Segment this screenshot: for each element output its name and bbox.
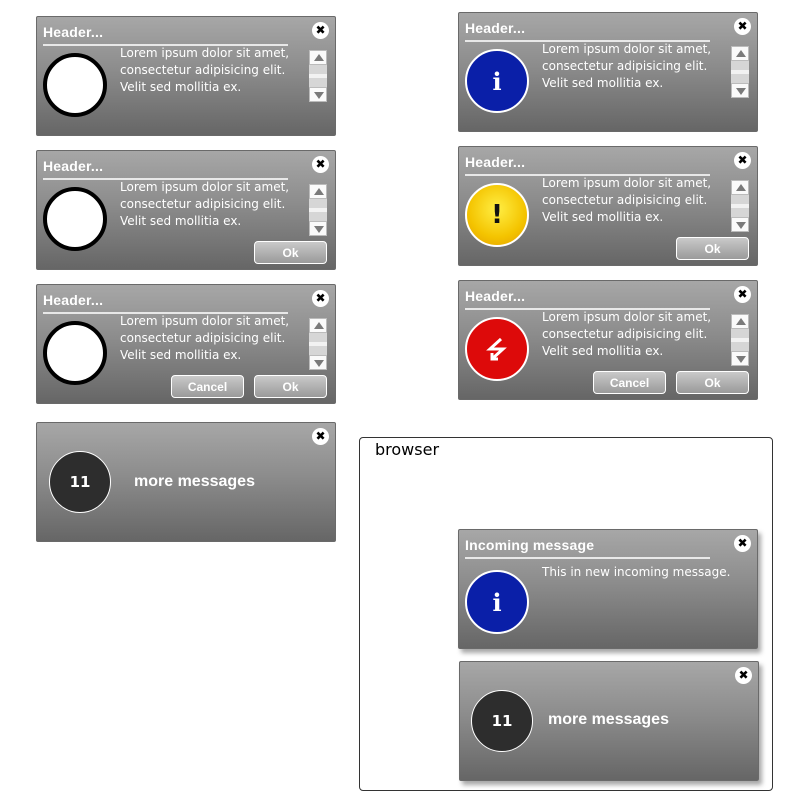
- dialog-info: Header... ✖ i Lorem ipsum dolor sit amet…: [458, 12, 758, 132]
- dialog-body-text: Lorem ipsum dolor sit amet, consectetur a…: [120, 314, 290, 362]
- dialog-header: Header...: [465, 284, 710, 310]
- dialog-blank-scroll: Header... ✖ Lorem ipsum dolor sit amet, c…: [36, 16, 336, 136]
- dialog-error: Header... ✖ Lorem ipsum dolor sit amet, c…: [458, 280, 758, 400]
- close-icon[interactable]: ✖: [734, 18, 751, 35]
- ok-button[interactable]: Ok: [254, 375, 327, 398]
- ok-button[interactable]: Ok: [254, 241, 327, 264]
- dialog-warning: Header... ✖ ! Lorem ipsum dolor sit amet…: [458, 146, 758, 266]
- incoming-message-notification: Incoming message ✖ i This in new incomin…: [458, 529, 758, 649]
- scroll-up-button[interactable]: [309, 184, 327, 199]
- info-icon: i: [465, 570, 529, 634]
- close-icon[interactable]: ✖: [734, 286, 751, 303]
- close-icon[interactable]: ✖: [312, 22, 329, 39]
- close-icon[interactable]: ✖: [312, 428, 329, 445]
- close-icon[interactable]: ✖: [312, 156, 329, 173]
- scroll-up-button[interactable]: [731, 46, 749, 61]
- scrollbar[interactable]: [309, 50, 327, 102]
- scrollbar[interactable]: [731, 46, 749, 98]
- scroll-up-button[interactable]: [731, 180, 749, 195]
- browser-title: browser: [375, 440, 440, 459]
- dialog-body-text: Lorem ipsum dolor sit amet, consectetur a…: [542, 176, 712, 224]
- scroll-up-button[interactable]: [309, 50, 327, 65]
- empty-circle-icon: [43, 321, 107, 385]
- ok-button[interactable]: Ok: [676, 371, 749, 394]
- close-icon[interactable]: ✖: [735, 667, 752, 684]
- dialog-header: Header...: [465, 16, 710, 42]
- scrollbar[interactable]: [309, 184, 327, 236]
- dialog-body-text: Lorem ipsum dolor sit amet, consectetur a…: [542, 42, 712, 90]
- close-icon[interactable]: ✖: [312, 290, 329, 307]
- scroll-track[interactable]: [309, 199, 327, 221]
- scroll-down-button[interactable]: [309, 221, 327, 236]
- empty-circle-icon: [43, 187, 107, 251]
- scroll-track[interactable]: [731, 329, 749, 351]
- dialog-header: Header...: [43, 154, 288, 180]
- scrollbar[interactable]: [731, 180, 749, 232]
- warning-icon: !: [465, 183, 529, 247]
- dialog-header: Header...: [43, 288, 288, 314]
- dialog-blank-ok: Header... ✖ Lorem ipsum dolor sit amet, c…: [36, 150, 336, 270]
- dialog-body-text: Lorem ipsum dolor sit amet, consectetur a…: [120, 46, 290, 94]
- info-icon: i: [465, 49, 529, 113]
- scrollbar[interactable]: [731, 314, 749, 366]
- empty-circle-icon: [43, 53, 107, 117]
- dialog-header: Header...: [465, 150, 710, 176]
- scroll-up-button[interactable]: [731, 314, 749, 329]
- incoming-message-text: This in new incoming message.: [542, 565, 731, 579]
- dialog-blank-ok-cancel: Header... ✖ Lorem ipsum dolor sit amet, c…: [36, 284, 336, 404]
- cancel-button[interactable]: Cancel: [593, 371, 666, 394]
- message-count-badge: 11: [49, 451, 111, 513]
- error-icon: [465, 317, 529, 381]
- ok-button[interactable]: Ok: [676, 237, 749, 260]
- cancel-button[interactable]: Cancel: [171, 375, 244, 398]
- scroll-track[interactable]: [309, 333, 327, 355]
- scroll-track[interactable]: [309, 65, 327, 87]
- more-messages-notification: ✖ 11 more messages: [459, 661, 759, 781]
- scroll-down-button[interactable]: [731, 217, 749, 232]
- dialog-body-text: Lorem ipsum dolor sit amet, consectetur a…: [120, 180, 290, 228]
- close-icon[interactable]: ✖: [734, 535, 751, 552]
- dialog-body-text: Lorem ipsum dolor sit amet, consectetur a…: [542, 310, 712, 358]
- more-messages-panel: ✖ 11 more messages: [36, 422, 336, 542]
- scrollbar[interactable]: [309, 318, 327, 370]
- scroll-up-button[interactable]: [309, 318, 327, 333]
- message-count-badge: 11: [471, 690, 533, 752]
- more-messages-label[interactable]: more messages: [134, 473, 255, 491]
- lightning-icon: [486, 337, 507, 361]
- dialog-header: Incoming message: [465, 533, 710, 559]
- scroll-down-button[interactable]: [309, 87, 327, 102]
- dialog-header: Header...: [43, 20, 288, 46]
- scroll-track[interactable]: [731, 195, 749, 217]
- more-messages-label[interactable]: more messages: [548, 711, 669, 729]
- close-icon[interactable]: ✖: [734, 152, 751, 169]
- scroll-down-button[interactable]: [731, 351, 749, 366]
- scroll-down-button[interactable]: [731, 83, 749, 98]
- scroll-track[interactable]: [731, 61, 749, 83]
- scroll-down-button[interactable]: [309, 355, 327, 370]
